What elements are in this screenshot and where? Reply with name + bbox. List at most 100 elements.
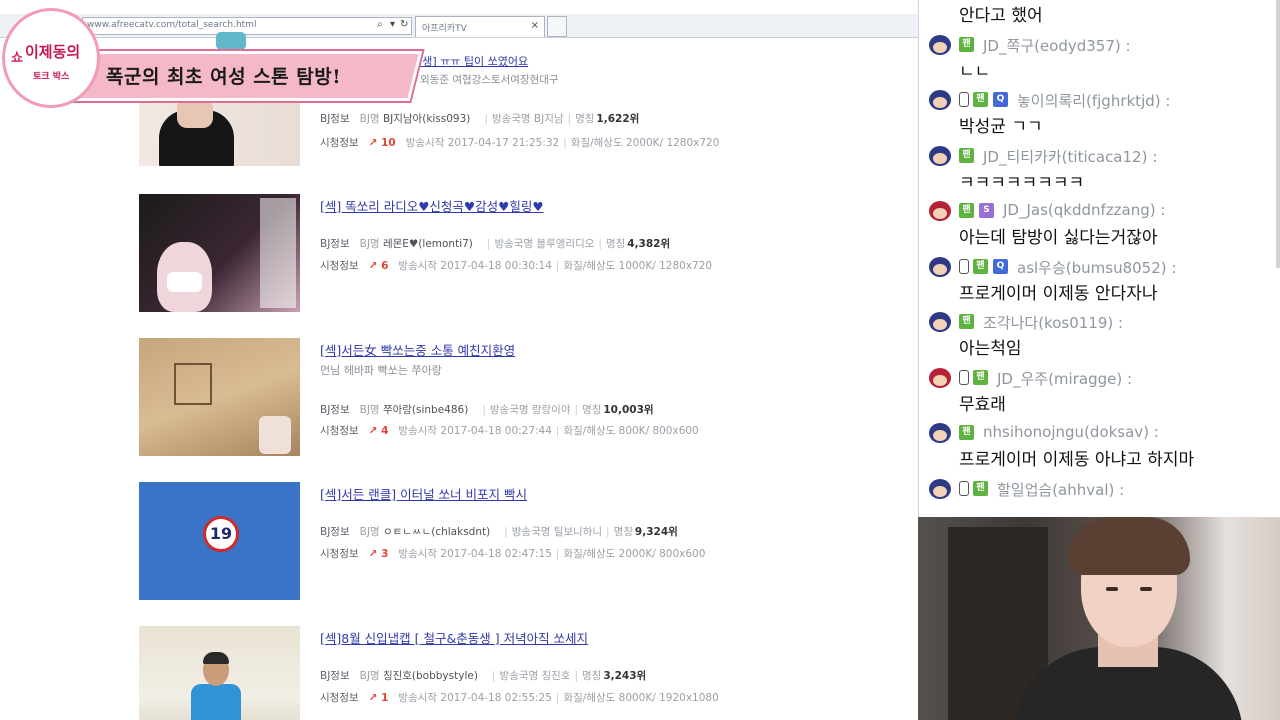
search-result: [섹]서든女 빡쏘는중 소통 예친지환영 먼님 헤바파 빡쏘는 쭈아랑 BJ정보… [139, 338, 918, 456]
badge-line2: 토크 박스 [33, 72, 70, 82]
new-tab-button[interactable] [547, 16, 567, 37]
search-icon[interactable]: ⌕ [377, 19, 383, 30]
result-description: 먼님 헤바파 빡쏘는 쭈아랑 [320, 364, 442, 377]
browser-window: www.afreecatv.com/total_search.html ⌕ ▾ … [0, 0, 918, 720]
tv-icon [216, 32, 246, 50]
chat-username[interactable]: JD_우주(miragge) : [997, 368, 1132, 389]
user-avatar-icon [929, 478, 951, 499]
mobile-icon [959, 258, 969, 274]
chat-text: 무효래 [959, 394, 1006, 415]
quickview-badge-icon: Q [993, 258, 1008, 274]
show-badge: 쇼 이제동의 토크 박스 [2, 8, 100, 108]
chat-username[interactable]: JD_티티카카(titicaca12) : [983, 146, 1157, 167]
chat-message: 팬 Q 놓이의록리(fjghrktjd) : 박성균 ㄱㄱ [919, 84, 1280, 139]
chat-text: 아는데 탐방이 싫다는거잖아 [959, 228, 1158, 248]
thumbnail-frame [174, 363, 212, 405]
chat-message: 팬 JD_쪽구(eodyd357) : ㄴㄴ [919, 29, 1280, 84]
browser-toolbar: www.afreecatv.com/total_search.html ⌕ ▾ … [0, 14, 918, 38]
chat-text: ㄴㄴ [959, 61, 991, 82]
result-title-link[interactable]: [섹]서든 랜클] 이터널 쏘너 비포지 빡시 [320, 484, 527, 503]
bj-info: BJ정보 BJ명 ㅇㅌㄴㅆㄴ(chlaksdnt) | 방송국명 틸보니하니 | 명칭 9,… [320, 526, 678, 538]
chat-message: 안다고 했어 [919, 0, 1280, 28]
chat-text: 안다고 했어 [959, 6, 1043, 26]
fan-badge-icon: 팬 [959, 36, 974, 52]
tab-title: 아프리카TV [422, 24, 467, 34]
result-thumbnail[interactable]: 19 [139, 482, 300, 600]
fan-badge-icon: 팬 [973, 92, 988, 107]
chat-text: 박성균 ㄱㄱ [959, 117, 1043, 137]
result-thumbnail[interactable] [139, 194, 300, 312]
chat-message: 팬 S JD_Jas(qkddnfzzang) : 아는데 탐방이 싫다는거잖아 [919, 195, 1280, 250]
user-avatar-icon [929, 423, 951, 443]
thumbnail-hair [203, 652, 229, 664]
user-avatar-icon [929, 256, 951, 277]
watch-info: 시청정보 ↗ 10 방송시작 2017-04-17 21:25:32 | 화질/해상도 … [320, 137, 720, 149]
address-bar[interactable]: www.afreecatv.com/total_search.html [82, 17, 412, 35]
user-avatar-icon [929, 34, 951, 55]
mobile-icon [959, 369, 969, 385]
result-title-link[interactable]: [섹]8월 신입냅캡 [ 철구&춘동생 ] 저녁아직 쏘세지 [320, 628, 588, 647]
result-title-link[interactable]: [섹]서든女 빡쏘는중 소통 예친지환영 [320, 340, 515, 359]
chat-text: ㅋㅋㅋㅋㅋㅋㅋㅋ [959, 172, 1085, 193]
chat-message: 팬 조각나다(kos0119) : 아는척임 [919, 306, 1280, 361]
user-avatar-icon [929, 367, 951, 388]
chat-username[interactable]: 놓이의록리(fjghrktjd) : [1017, 90, 1170, 111]
thumbnail-person [259, 416, 291, 454]
search-result: [섹]8월 신입냅캡 [ 철구&춘동생 ] 저녁아직 쏘세지 BJ정보 BJ명 칭… [139, 626, 918, 720]
chat-message: 팬 Qasl우승(bumsu8052) : 프로게이머 이제동 안다자나 [919, 251, 1280, 306]
chat-text: 프로게이머 이제동 아냐고 하지마 [959, 450, 1195, 470]
chat-username[interactable]: JD_쪽구(eodyd357) : [983, 35, 1131, 56]
streamer-eye [1140, 587, 1152, 591]
fan-badge-icon: 팬 [959, 425, 974, 440]
subscriber-badge-icon: S [979, 203, 994, 218]
fan-badge-icon: 팬 [959, 147, 974, 163]
bj-info: BJ정보 BJ명 BJ지남아(kiss093) | 방송국명 BJ지남 | 명칭 1,622… [320, 113, 640, 125]
result-thumbnail[interactable] [139, 626, 300, 720]
watch-info: 시청정보 ↗ 4 방송시작 2017-04-18 00:27:44 | 화질/해상도 8… [320, 425, 699, 437]
fan-badge-icon: 팬 [973, 258, 988, 274]
chat-text: 프로게이머 이제동 안다자나 [959, 283, 1158, 304]
refresh-icon[interactable]: ↻ [400, 19, 408, 30]
user-avatar-icon [929, 312, 951, 332]
badge-side-text: 쇼 [11, 51, 23, 66]
close-icon[interactable]: × [531, 20, 539, 31]
chat-username[interactable]: JD_Jas(qkddnfzzang) : [1003, 201, 1165, 219]
chat-username[interactable]: asl우승(bumsu8052) : [1017, 257, 1176, 278]
banner-title: 폭군의 최초 여성 스톤 탐방! [106, 66, 342, 88]
user-avatar-icon [929, 201, 951, 221]
fan-badge-icon: 팬 [973, 480, 988, 496]
quickview-badge-icon: Q [993, 92, 1008, 107]
watch-info: 시청정보 ↗ 6 방송시작 2017-04-18 00:30:14 | 화질/해상도 1… [320, 260, 713, 272]
result-thumbnail[interactable] [139, 98, 300, 166]
chat-username[interactable]: 할일업슴(ahhval) : [997, 479, 1124, 500]
mobile-icon [959, 92, 969, 107]
streamer-hair [1068, 517, 1190, 575]
dropdown-icon[interactable]: ▾ [390, 19, 395, 30]
chat-message: 팬 nhsihonojngu(doksav) : 프로게이머 이제동 아냐고 하지마 [919, 417, 1280, 472]
search-result: 19 [섹]서든 랜클] 이터널 쏘너 비포지 빡시 BJ정보 BJ명 ㅇㅌㄴㅆㄴ… [139, 482, 918, 600]
watch-info: 시청정보 ↗ 3 방송시작 2017-04-18 02:47:15 | 화질/해상도 2… [320, 548, 706, 560]
chat-panel: 안다고 했어 팬 JD_쪽구(eodyd357) : ㄴㄴ 팬 Q 놓이의록리(fjghrk… [918, 0, 1280, 517]
user-avatar-icon [929, 145, 951, 166]
thumbnail-face [177, 98, 213, 128]
overlay-banner: 폭군의 최초 여성 스톤 탐방! [59, 51, 426, 101]
watch-info: 시청정보 ↗ 1 방송시작 2017-04-18 02:55:25 | 화질/해상도 8… [320, 692, 719, 704]
chat-message: 팬 JD_우주(miragge) : 무효래 [919, 362, 1280, 417]
chat-username[interactable]: 조각나다(kos0119) : [983, 312, 1123, 333]
browser-tab[interactable]: 아프리카TV × [415, 16, 545, 37]
badge-line1: 이제동의 [25, 43, 81, 61]
age-19-label: 19 [209, 524, 233, 543]
thumbnail-mask [167, 272, 202, 292]
chat-text: 아는척임 [959, 339, 1022, 359]
chat-message: 팬 할일업슴(ahhval) : [919, 473, 1280, 518]
chat-username[interactable]: nhsihonojngu(doksav) : [983, 423, 1159, 441]
search-result: [섹] 똑쏘리 라디오♥신청곡♥감성♥힐링♥ BJ정보 BJ명 레몬E♥(lemo… [139, 194, 918, 312]
fan-badge-icon: 팬 [959, 314, 974, 329]
thumbnail-person [191, 684, 241, 720]
result-title-link[interactable]: [섹] 똑쏘리 라디오♥신청곡♥감성♥힐링♥ [320, 196, 544, 215]
thumbnail-panel [260, 198, 296, 308]
result-thumbnail[interactable] [139, 338, 300, 456]
webcam-feed [918, 517, 1280, 720]
bj-info: BJ정보 BJ명 쭈아랑(sinbe486) | 방송국명 랑랑이야 | 명칭 10,003… [320, 404, 654, 416]
mobile-icon [959, 480, 969, 496]
